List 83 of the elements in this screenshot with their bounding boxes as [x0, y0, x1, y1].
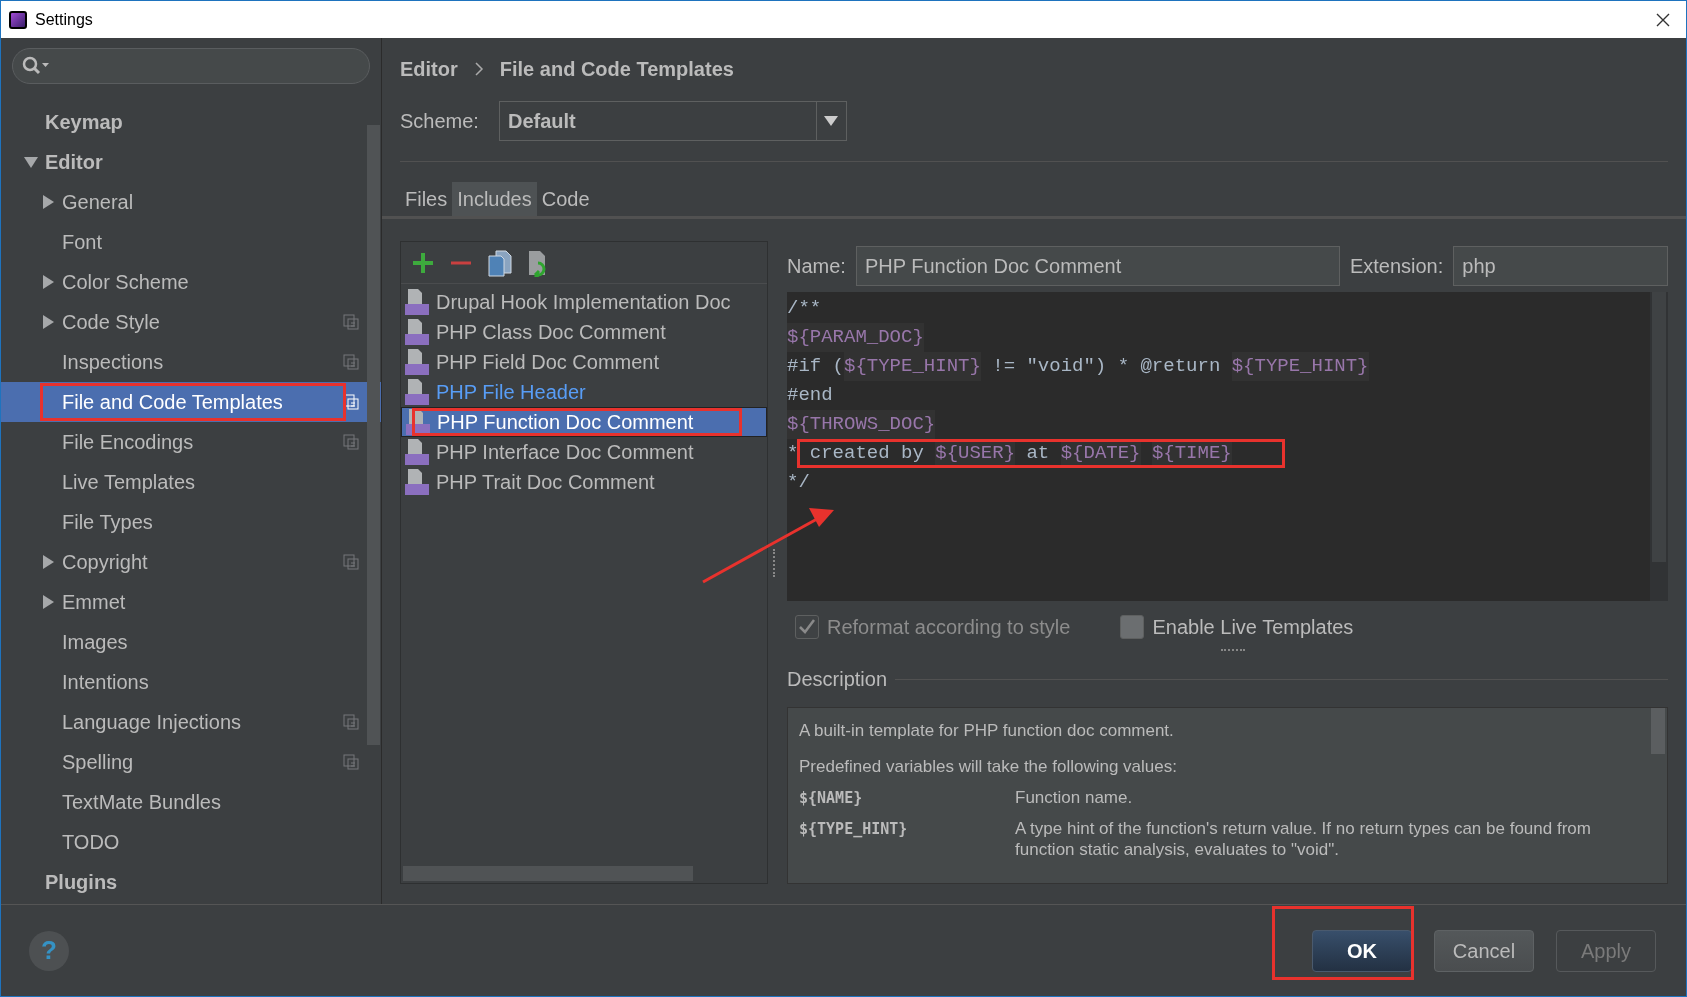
variable-name: ${TYPE_HINT}: [799, 818, 909, 840]
code-line: #if (${TYPE_HINT} != "void") * @return ${TYPE_HINT}: [787, 352, 1650, 381]
description-text: A built-in template for PHP function doc comment.: [799, 720, 1175, 742]
collapsed-arrow-icon[interactable]: [40, 554, 56, 570]
name-field[interactable]: PHP Function Doc Comment: [855, 246, 1340, 286]
sidebar-item[interactable]: Intentions: [1, 662, 381, 702]
variable-description: A type hint of the function's return value. If no return types can be found from function static analysis, evaluates to "void".: [1015, 817, 1592, 860]
copy-icon[interactable]: [487, 248, 513, 277]
collapsed-arrow-icon[interactable]: [40, 314, 56, 330]
template-item[interactable]: PHP File Header: [401, 377, 767, 407]
sidebar-item[interactable]: Code Style: [1, 302, 381, 342]
template-item[interactable]: PHP Class Doc Comment: [401, 317, 767, 347]
code-line: ${THROWS_DOC}: [787, 410, 1650, 439]
sidebar-item[interactable]: Live Templates: [1, 462, 381, 502]
splitter-handle[interactable]: [773, 549, 777, 577]
extension-field[interactable]: php: [1453, 246, 1668, 286]
add-icon[interactable]: [411, 250, 435, 275]
template-item[interactable]: Drupal Hook Implementation Doc: [401, 287, 767, 317]
code-line: ${PARAM_DOC}: [787, 323, 1650, 352]
app-icon: [9, 10, 27, 29]
php-file-icon: [404, 438, 430, 466]
extension-label: Extension:: [1349, 254, 1444, 279]
scheme-label: Scheme:: [400, 109, 479, 134]
checkbox-label[interactable]: Enable Live Templates: [1152, 612, 1354, 642]
scheme-dropdown[interactable]: Default: [498, 101, 847, 141]
template-item[interactable]: PHP Function Doc Comment: [401, 407, 767, 437]
sidebar-item[interactable]: Emmet: [1, 582, 381, 622]
collapsed-arrow-icon[interactable]: [40, 194, 56, 210]
sidebar-item[interactable]: Copyright: [1, 542, 381, 582]
sidebar-item[interactable]: Inspections: [1, 342, 381, 382]
close-icon[interactable]: [1656, 12, 1670, 27]
sidebar-item[interactable]: Spelling: [1, 742, 381, 782]
code-line: * created by ${USER} at ${DATE} ${TIME}: [787, 439, 1287, 468]
variable-name: ${NAME}: [799, 788, 864, 809]
php-file-icon: [404, 288, 430, 316]
caret-icon: [824, 116, 839, 126]
dialog-button[interactable]: Cancel: [1434, 929, 1534, 972]
resize-handle[interactable]: [1220, 649, 1245, 653]
template-item[interactable]: PHP Interface Doc Comment: [401, 437, 767, 467]
php-file-icon: [404, 378, 430, 406]
search-field[interactable]: [12, 48, 370, 84]
code-line: #end: [787, 383, 834, 409]
tab[interactable]: Code: [536, 182, 595, 216]
description-text: Predefined variables will take the following values:: [799, 755, 1178, 778]
description-heading: Description: [787, 667, 888, 692]
collapsed-arrow-icon[interactable]: [40, 274, 56, 290]
code-line: */: [787, 470, 811, 496]
breadcrumb-item[interactable]: File and Code Templates: [499, 54, 734, 84]
dialog-button[interactable]: OK: [1312, 929, 1412, 972]
php-file-icon: [404, 468, 430, 496]
tab[interactable]: Includes: [452, 182, 537, 216]
window-title: Settings: [35, 9, 93, 30]
template-item[interactable]: PHP Field Doc Comment: [401, 347, 767, 377]
code-editor[interactable]: /** ${PARAM_DOC} #if (${TYPE_HINT} != "void") * @return ${TYPE_HINT} #end ${THROWS_DOC} * created by ${USER} at ${DATE} ${TIME} */: [787, 292, 1668, 601]
php-file-icon: [404, 348, 430, 376]
sidebar-item[interactable]: Font: [1, 222, 381, 262]
scrollbar[interactable]: [1651, 708, 1665, 754]
sidebar-item[interactable]: TODO: [1, 822, 381, 862]
breadcrumb-item[interactable]: Editor: [400, 54, 458, 84]
sidebar-item[interactable]: File Types: [1, 502, 381, 542]
scrollbar[interactable]: [367, 125, 380, 745]
checkbox[interactable]: [1120, 615, 1145, 639]
name-label: Name:: [787, 254, 846, 279]
chevron-icon: [473, 61, 484, 77]
code-line: /**: [787, 296, 823, 322]
sidebar-item[interactable]: Plugins: [1, 862, 381, 902]
collapsed-arrow-icon[interactable]: [40, 594, 56, 610]
variable-description: Function name.: [1015, 787, 1134, 809]
sidebar-item[interactable]: Color Scheme: [1, 262, 381, 302]
sidebar-item[interactable]: Images: [1, 622, 381, 662]
sidebar-item[interactable]: File Encodings: [1, 422, 381, 462]
template-item[interactable]: PHP Trait Doc Comment: [401, 467, 767, 497]
sidebar-item[interactable]: Keymap: [1, 102, 381, 142]
tab[interactable]: Files: [400, 182, 453, 216]
sidebar-item[interactable]: General: [1, 182, 381, 222]
expanded-arrow-icon[interactable]: [23, 154, 39, 170]
sidebar-item[interactable]: Language Injections: [1, 702, 381, 742]
sidebar-item[interactable]: Editor: [1, 142, 381, 182]
sidebar-item[interactable]: File and Code Templates: [1, 382, 381, 422]
php-file-icon: [405, 408, 431, 436]
sidebar-item[interactable]: TextMate Bundles: [1, 782, 381, 822]
search-icon: [21, 55, 51, 77]
php-file-icon: [404, 318, 430, 346]
